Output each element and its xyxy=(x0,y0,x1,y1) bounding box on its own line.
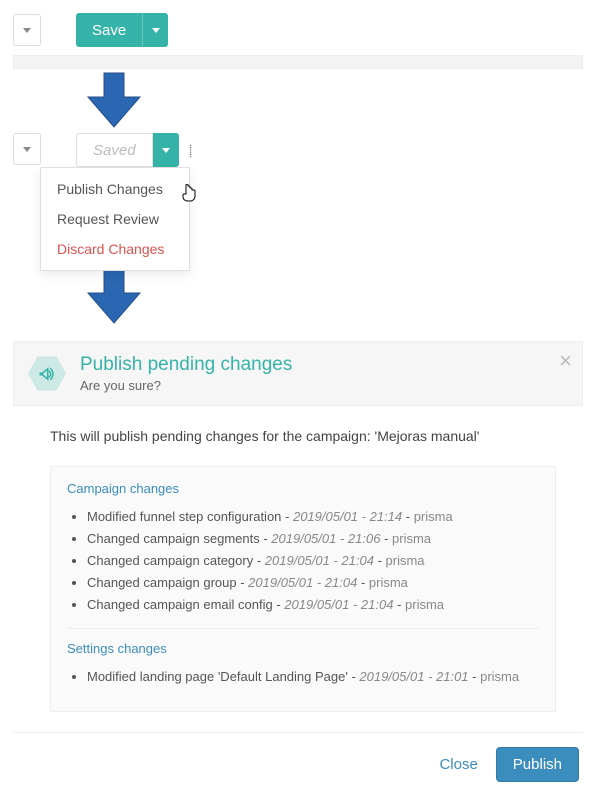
modal-body: This will publish pending changes for th… xyxy=(0,406,596,732)
menu-item-discard-changes[interactable]: Discard Changes xyxy=(41,234,189,264)
change-user: prisma xyxy=(480,669,519,684)
change-timestamp: 2019/05/01 - 21:06 xyxy=(271,531,380,546)
change-user: prisma xyxy=(386,553,425,568)
flow-arrow-icon xyxy=(82,267,596,327)
change-desc: Modified funnel step configuration xyxy=(87,509,281,524)
change-user: prisma xyxy=(405,597,444,612)
menu-item-label: Publish Changes xyxy=(57,181,163,197)
prev-dropdown-button[interactable] xyxy=(13,14,41,46)
change-desc: Changed campaign category xyxy=(87,553,253,568)
menu-item-publish-changes[interactable]: Publish Changes xyxy=(41,174,189,204)
change-desc: Changed campaign segments xyxy=(87,531,260,546)
megaphone-icon xyxy=(38,365,56,383)
modal-title-group: Publish pending changes Are you sure? xyxy=(80,354,292,393)
menu-item-request-review[interactable]: Request Review xyxy=(41,204,189,234)
modal-body-text: This will publish pending changes for th… xyxy=(50,428,556,444)
menu-item-label: Request Review xyxy=(57,211,159,227)
close-icon[interactable]: × xyxy=(559,348,572,374)
change-desc: Modified landing page 'Default Landing P… xyxy=(87,669,348,684)
saved-button: Saved xyxy=(76,133,153,167)
close-button[interactable]: Close xyxy=(439,756,477,773)
save-dropdown-button[interactable] xyxy=(142,13,168,47)
campaign-changes-title: Campaign changes xyxy=(67,481,539,496)
modal-icon xyxy=(28,355,66,393)
toolbar-state-saved: Saved ⸽ Publish Changes Request Review D… xyxy=(0,133,596,167)
modal-title: Publish pending changes xyxy=(80,354,292,376)
caret-down-icon xyxy=(162,148,170,153)
change-desc: Changed campaign group xyxy=(87,575,237,590)
list-item: Changed campaign category - 2019/05/01 -… xyxy=(87,550,539,572)
list-item: Changed campaign group - 2019/05/01 - 21… xyxy=(87,572,539,594)
modal-header: Publish pending changes Are you sure? × xyxy=(13,341,583,406)
campaign-changes-list: Modified funnel step configuration - 201… xyxy=(67,506,539,616)
toolbar-shadow xyxy=(13,55,583,69)
list-item: Changed campaign email config - 2019/05/… xyxy=(87,594,539,616)
settings-changes-title: Settings changes xyxy=(67,641,539,656)
settings-changes-list: Modified landing page 'Default Landing P… xyxy=(67,666,539,688)
change-desc: Changed campaign email config xyxy=(87,597,273,612)
change-timestamp: 2019/05/01 - 21:04 xyxy=(265,553,374,568)
cursor-pointer-icon xyxy=(181,184,197,205)
toolbar-state-save: Save xyxy=(0,0,596,47)
change-timestamp: 2019/05/01 - 21:04 xyxy=(284,597,393,612)
change-user: prisma xyxy=(369,575,408,590)
publish-button[interactable]: Publish xyxy=(496,747,579,782)
caret-down-icon xyxy=(23,147,31,152)
menu-item-label: Discard Changes xyxy=(57,241,164,257)
list-item: Modified landing page 'Default Landing P… xyxy=(87,666,539,688)
modal-subtitle: Are you sure? xyxy=(80,378,292,393)
divider xyxy=(67,628,539,629)
caret-down-icon xyxy=(152,28,160,33)
change-user: prisma xyxy=(414,509,453,524)
list-item: Changed campaign segments - 2019/05/01 -… xyxy=(87,528,539,550)
save-button[interactable]: Save xyxy=(76,13,142,47)
flow-arrow-icon xyxy=(82,71,596,131)
change-user: prisma xyxy=(392,531,431,546)
save-dropdown-menu: Publish Changes Request Review Discard C… xyxy=(40,167,190,271)
change-timestamp: 2019/05/01 - 21:04 xyxy=(248,575,357,590)
prev-dropdown-button[interactable] xyxy=(13,133,41,165)
modal-footer: Close Publish xyxy=(13,732,583,792)
change-timestamp: 2019/05/01 - 21:14 xyxy=(293,509,402,524)
changes-panel: Campaign changes Modified funnel step co… xyxy=(50,466,556,712)
list-item: Modified funnel step configuration - 201… xyxy=(87,506,539,528)
handle-icon: ⸽ xyxy=(183,133,199,167)
change-timestamp: 2019/05/01 - 21:01 xyxy=(359,669,468,684)
caret-down-icon xyxy=(23,28,31,33)
saved-dropdown-button[interactable] xyxy=(153,133,179,167)
